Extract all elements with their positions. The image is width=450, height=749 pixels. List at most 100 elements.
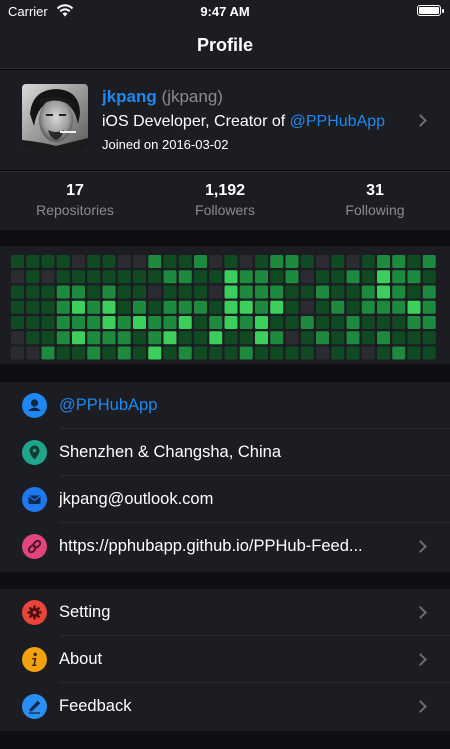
- contribution-cell: [316, 285, 329, 299]
- stat-followers[interactable]: 1,192 Followers: [150, 182, 300, 218]
- contribution-cell: [285, 346, 299, 360]
- contribution-cell: [87, 285, 101, 299]
- contribution-cell: [194, 331, 207, 345]
- contribution-cell: [346, 331, 360, 345]
- contribution-cell: [178, 270, 192, 284]
- contribution-cell: [72, 300, 85, 314]
- contribution-cell: [331, 300, 345, 314]
- info-row-email[interactable]: jkpang@outlook.com: [0, 476, 450, 523]
- contribution-cell: [87, 316, 101, 329]
- contribution-cell: [361, 255, 375, 268]
- contribution-cell: [285, 285, 299, 299]
- chevron-right-icon: [414, 540, 427, 553]
- stat-label: Followers: [195, 202, 255, 218]
- info-row-blog-link[interactable]: https://pphubapp.github.io/PPHub-Feed...: [0, 523, 450, 570]
- profile-name-line: jkpang (jkpang): [102, 87, 223, 107]
- info-row-location[interactable]: Shenzhen & Changsha, China: [0, 429, 450, 476]
- contribution-cell: [346, 300, 360, 314]
- contribution-cell: [194, 285, 207, 299]
- avatar-portrait-image: [22, 84, 88, 150]
- stat-following[interactable]: 31 Following: [300, 182, 450, 218]
- contribution-cell: [331, 316, 345, 329]
- contribution-cell: [285, 300, 299, 314]
- contribution-cell: [148, 255, 162, 268]
- contribution-cell: [422, 255, 436, 268]
- profile-header[interactable]: jkpang (jkpang) iOS Developer, Creator o…: [0, 70, 450, 170]
- contribution-cell: [361, 285, 375, 299]
- chevron-right-icon: [414, 700, 427, 713]
- clock-time: 9:47 AM: [200, 4, 250, 19]
- contribution-cell: [224, 300, 238, 314]
- bio: iOS Developer, Creator of @PPHubApp: [102, 113, 385, 131]
- contribution-cell: [361, 300, 375, 314]
- bio-handle-link[interactable]: @PPHubApp: [290, 113, 385, 130]
- contribution-cell: [407, 300, 421, 314]
- contribution-cell: [209, 331, 223, 345]
- contribution-cell: [316, 300, 329, 314]
- contribution-cell: [346, 285, 360, 299]
- contribution-cell: [133, 300, 146, 314]
- joined-date: Joined on 2016-03-02: [102, 137, 229, 152]
- contribution-cell: [117, 285, 131, 299]
- contribution-cell: [270, 270, 284, 284]
- contribution-cell: [285, 331, 299, 345]
- contribution-cell: [300, 255, 314, 268]
- contribution-cell: [41, 346, 55, 360]
- mail-icon: [22, 487, 47, 512]
- contribution-cell: [163, 300, 177, 314]
- location-pin-icon: [22, 440, 47, 465]
- contribution-cell: [56, 346, 70, 360]
- row-label: Shenzhen & Changsha, China: [59, 443, 281, 461]
- contribution-cell: [87, 346, 101, 360]
- contribution-cell: [300, 300, 314, 314]
- info-row-twitter[interactable]: @PPHubApp: [0, 382, 450, 429]
- contribution-cell: [255, 285, 268, 299]
- contribution-cell: [377, 300, 390, 314]
- contribution-cell: [56, 270, 70, 284]
- stat-label: Repositories: [36, 202, 114, 218]
- contribution-cell: [26, 346, 40, 360]
- row-label: Setting: [59, 603, 111, 621]
- contribution-cell: [407, 316, 421, 329]
- contribution-cell: [148, 346, 162, 360]
- contribution-cell: [148, 300, 162, 314]
- row-label: About: [59, 650, 103, 668]
- contribution-cell: [11, 346, 24, 360]
- contribution-cell: [102, 270, 116, 284]
- contribution-cell: [56, 316, 70, 329]
- contribution-cell: [392, 331, 406, 345]
- stat-repositories[interactable]: 17 Repositories: [0, 182, 150, 218]
- menu-row-feedback[interactable]: Feedback: [0, 683, 450, 730]
- contribution-graph: [0, 246, 450, 364]
- contribution-cell: [11, 270, 24, 284]
- row-label: https://pphubapp.github.io/PPHub-Feed...: [59, 537, 363, 555]
- link-icon: [22, 534, 47, 559]
- avatar[interactable]: [22, 84, 88, 150]
- bio-text: iOS Developer, Creator of: [102, 113, 290, 130]
- contribution-cell: [72, 316, 85, 329]
- contribution-cell: [194, 300, 207, 314]
- contribution-cell: [224, 346, 238, 360]
- contribution-cell: [26, 255, 40, 268]
- contribution-cell: [285, 316, 299, 329]
- menu-row-about[interactable]: About: [0, 636, 450, 683]
- contribution-cell: [133, 331, 146, 345]
- contribution-cell: [148, 270, 162, 284]
- chevron-right-icon: [414, 114, 427, 127]
- contribution-cell: [178, 331, 192, 345]
- contribution-cell: [377, 346, 390, 360]
- contribution-cell: [102, 316, 116, 329]
- contribution-cell: [392, 285, 406, 299]
- contribution-cell: [392, 270, 406, 284]
- contribution-cell: [163, 270, 177, 284]
- status-bar: Carrier 9:47 AM: [0, 0, 450, 24]
- contribution-cell: [239, 300, 253, 314]
- menu-row-setting[interactable]: Setting: [0, 589, 450, 636]
- contribution-cell: [72, 331, 85, 345]
- contribution-cell: [377, 270, 390, 284]
- contribution-cell: [377, 331, 390, 345]
- contribution-cell: [194, 270, 207, 284]
- contribution-cell: [56, 255, 70, 268]
- contribution-cell: [255, 300, 268, 314]
- contribution-cell: [407, 285, 421, 299]
